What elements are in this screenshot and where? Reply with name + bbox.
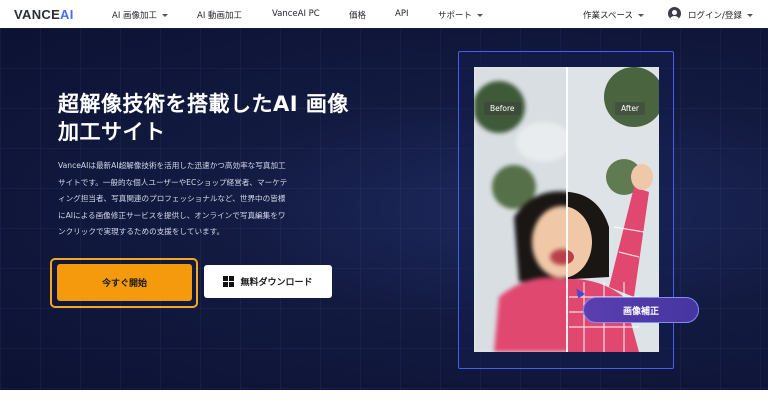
hero-title: 超解像技術を搭載したAI 画像 加工サイト [58, 92, 349, 144]
after-label: After [615, 102, 646, 115]
image-enhance-button[interactable]: 画像補正 [583, 297, 699, 323]
description-line: サイトです。一般的な個人ユーザーやECショップ経営者、マーケテ [58, 177, 288, 187]
windows-icon [223, 276, 235, 287]
top-nav: VANCEAI AI 画像加工 AI 動画加工 VanceAI PC 価格 AP… [0, 0, 768, 28]
hero-description: VanceAIは最新AI超解像技術を活用した迅速かつ高効率な写真加工 サイトです… [58, 158, 358, 241]
free-download-button[interactable]: 無料ダウンロード [204, 265, 332, 298]
nav-vanceai-pc[interactable]: VanceAI PC [272, 9, 320, 19]
start-now-button[interactable]: 今すぐ開始 [57, 264, 192, 301]
chevron-down-icon [637, 14, 644, 17]
comparison-divider-handle[interactable] [566, 67, 568, 352]
before-label: Before [484, 102, 521, 115]
user-avatar-icon[interactable] [668, 7, 681, 20]
nav-login[interactable]: ログイン/登録 [688, 9, 753, 21]
description-line: ィング担当者、写真関連のプロフェッショナルなど、世界中の皆様 [58, 194, 286, 203]
chevron-down-icon [162, 14, 169, 17]
description-line: にAIによる画像修正サービスを提供し、オンラインで写真編集をワ [58, 210, 286, 220]
nav-ai-video-editing[interactable]: AI 動画加工 [197, 9, 242, 21]
description-line: VanceAIは最新AI超解像技術を活用した迅速かつ高効率な写真加工 [58, 161, 286, 170]
chevron-down-icon [746, 14, 753, 17]
chevron-down-icon [477, 14, 484, 17]
nav-pricing[interactable]: 価格 [349, 9, 366, 21]
description-line: ンクリックで実現するための支援をしています。 [58, 227, 225, 236]
nav-ai-image-editing[interactable]: AI 画像加工 [112, 9, 169, 21]
nav-workspace[interactable]: 作業スペース [583, 9, 644, 21]
nav-api[interactable]: API [395, 9, 408, 19]
free-download-label: 無料ダウンロード [240, 278, 313, 288]
vanceai-logo[interactable]: VANCEAI [14, 7, 74, 22]
nav-support[interactable]: サポート [438, 9, 484, 21]
